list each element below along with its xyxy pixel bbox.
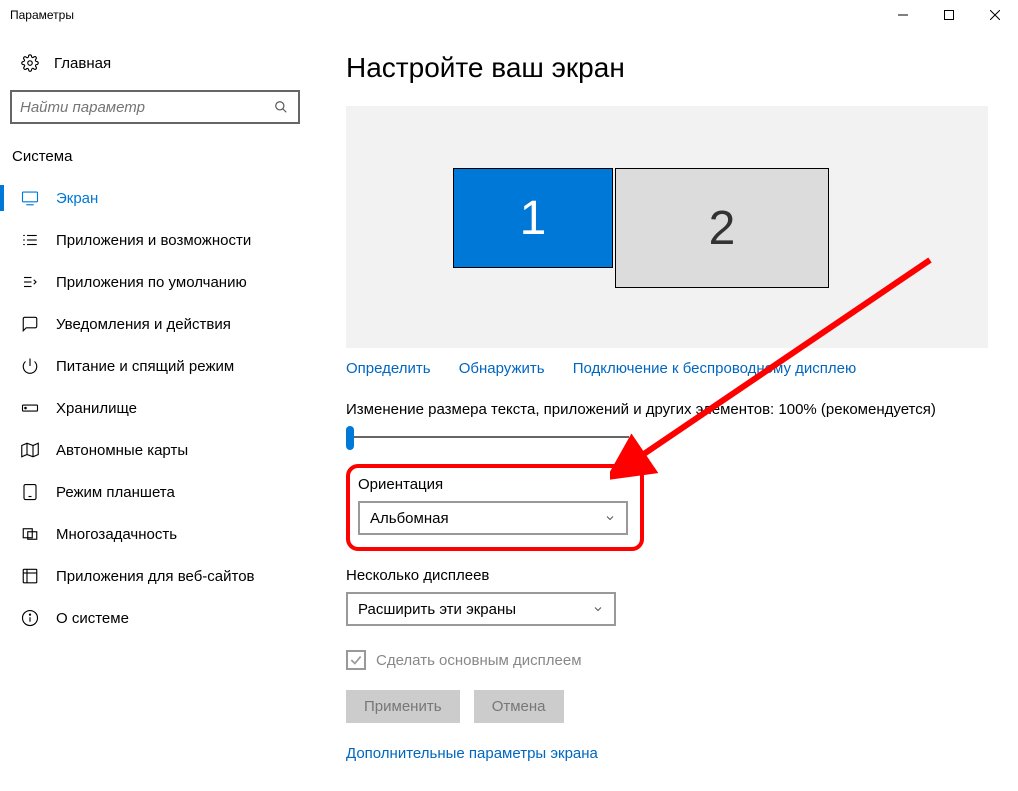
sidebar-item-label: Уведомления и действия	[56, 316, 231, 333]
sidebar-item-label: Приложения для веб-сайтов	[56, 568, 255, 585]
window-title: Параметры	[10, 8, 880, 22]
monitor-icon	[18, 189, 42, 207]
sidebar-item-label: Автономные карты	[56, 442, 188, 459]
sidebar-item-label: Режим планшета	[56, 484, 175, 501]
tablet-icon	[18, 483, 42, 501]
orientation-dropdown[interactable]: Альбомная	[358, 501, 628, 535]
sidebar-item-maps[interactable]: Автономные карты	[0, 429, 310, 471]
sidebar-item-label: О системе	[56, 610, 129, 627]
maximize-button[interactable]	[926, 0, 972, 30]
sidebar-item-tablet[interactable]: Режим планшета	[0, 471, 310, 513]
storage-icon	[18, 399, 42, 417]
orientation-highlight: Ориентация Альбомная	[346, 464, 644, 551]
sidebar-item-default-apps[interactable]: Приложения по умолчанию	[0, 261, 310, 303]
identify-link[interactable]: Определить	[346, 360, 431, 377]
titlebar: Параметры	[0, 0, 1018, 30]
multi-display-label: Несколько дисплеев	[346, 567, 988, 584]
display-actions: Определить Обнаружить Подключение к бесп…	[346, 360, 988, 377]
search-icon	[272, 100, 290, 114]
apply-button[interactable]: Применить	[346, 690, 460, 723]
chat-icon	[18, 315, 42, 333]
sidebar-item-label: Приложения по умолчанию	[56, 274, 247, 291]
defaults-icon	[18, 273, 42, 291]
display-arrangement[interactable]: 1 2	[346, 106, 988, 348]
chevron-down-icon	[604, 512, 616, 524]
sidebar-item-about[interactable]: О системе	[0, 597, 310, 639]
sidebar-item-multitasking[interactable]: Многозадачность	[0, 513, 310, 555]
section-header: Система	[0, 142, 310, 177]
slider-track	[346, 436, 629, 438]
sidebar-item-label: Хранилище	[56, 400, 137, 417]
orientation-label: Ориентация	[358, 476, 628, 493]
home-label: Главная	[54, 55, 111, 72]
sidebar-item-label: Приложения и возможности	[56, 232, 251, 249]
power-icon	[18, 357, 42, 375]
multitask-icon	[18, 525, 42, 543]
list-icon	[18, 231, 42, 249]
home-nav[interactable]: Главная	[0, 44, 310, 82]
sidebar-item-label: Многозадачность	[56, 526, 177, 543]
info-icon	[18, 609, 42, 627]
sidebar-item-label: Питание и спящий режим	[56, 358, 234, 375]
search-input[interactable]	[20, 99, 272, 116]
orientation-value: Альбомная	[370, 510, 449, 527]
advanced-display-link[interactable]: Дополнительные параметры экрана	[346, 745, 598, 762]
detect-link[interactable]: Обнаружить	[459, 360, 545, 377]
sidebar-item-webapps[interactable]: Приложения для веб-сайтов	[0, 555, 310, 597]
sidebar: Главная Система Экран Приложения и возмо…	[0, 30, 310, 791]
main-display-checkbox[interactable]	[346, 650, 366, 670]
window-controls	[880, 0, 1018, 30]
sidebar-item-label: Экран	[56, 190, 98, 207]
multi-display-dropdown[interactable]: Расширить эти экраны	[346, 592, 616, 626]
monitor-1[interactable]: 1	[453, 168, 613, 268]
page-title: Настройте ваш экран	[346, 52, 988, 84]
monitor-number: 2	[709, 201, 736, 256]
button-row: Применить Отмена	[346, 690, 988, 723]
wireless-link[interactable]: Подключение к беспроводному дисплею	[573, 360, 857, 377]
cancel-button[interactable]: Отмена	[474, 690, 564, 723]
gear-icon	[18, 54, 42, 72]
search-box[interactable]	[10, 90, 300, 124]
close-button[interactable]	[972, 0, 1018, 30]
webapps-icon	[18, 567, 42, 585]
multi-display-value: Расширить эти экраны	[358, 601, 516, 618]
scaling-label: Изменение размера текста, приложений и д…	[346, 401, 988, 418]
main-display-label: Сделать основным дисплеем	[376, 652, 582, 669]
main-content: Настройте ваш экран 1 2 Определить Обнар…	[310, 30, 1018, 791]
slider-thumb[interactable]	[346, 426, 354, 450]
sidebar-item-storage[interactable]: Хранилище	[0, 387, 310, 429]
monitor-number: 1	[520, 191, 547, 246]
sidebar-item-notifications[interactable]: Уведомления и действия	[0, 303, 310, 345]
sidebar-item-power[interactable]: Питание и спящий режим	[0, 345, 310, 387]
map-icon	[18, 441, 42, 459]
minimize-button[interactable]	[880, 0, 926, 30]
sidebar-item-display[interactable]: Экран	[0, 177, 310, 219]
scaling-slider[interactable]	[346, 426, 629, 450]
monitor-2[interactable]: 2	[615, 168, 829, 288]
chevron-down-icon	[592, 603, 604, 615]
main-display-checkbox-row: Сделать основным дисплеем	[346, 650, 988, 670]
sidebar-item-apps[interactable]: Приложения и возможности	[0, 219, 310, 261]
